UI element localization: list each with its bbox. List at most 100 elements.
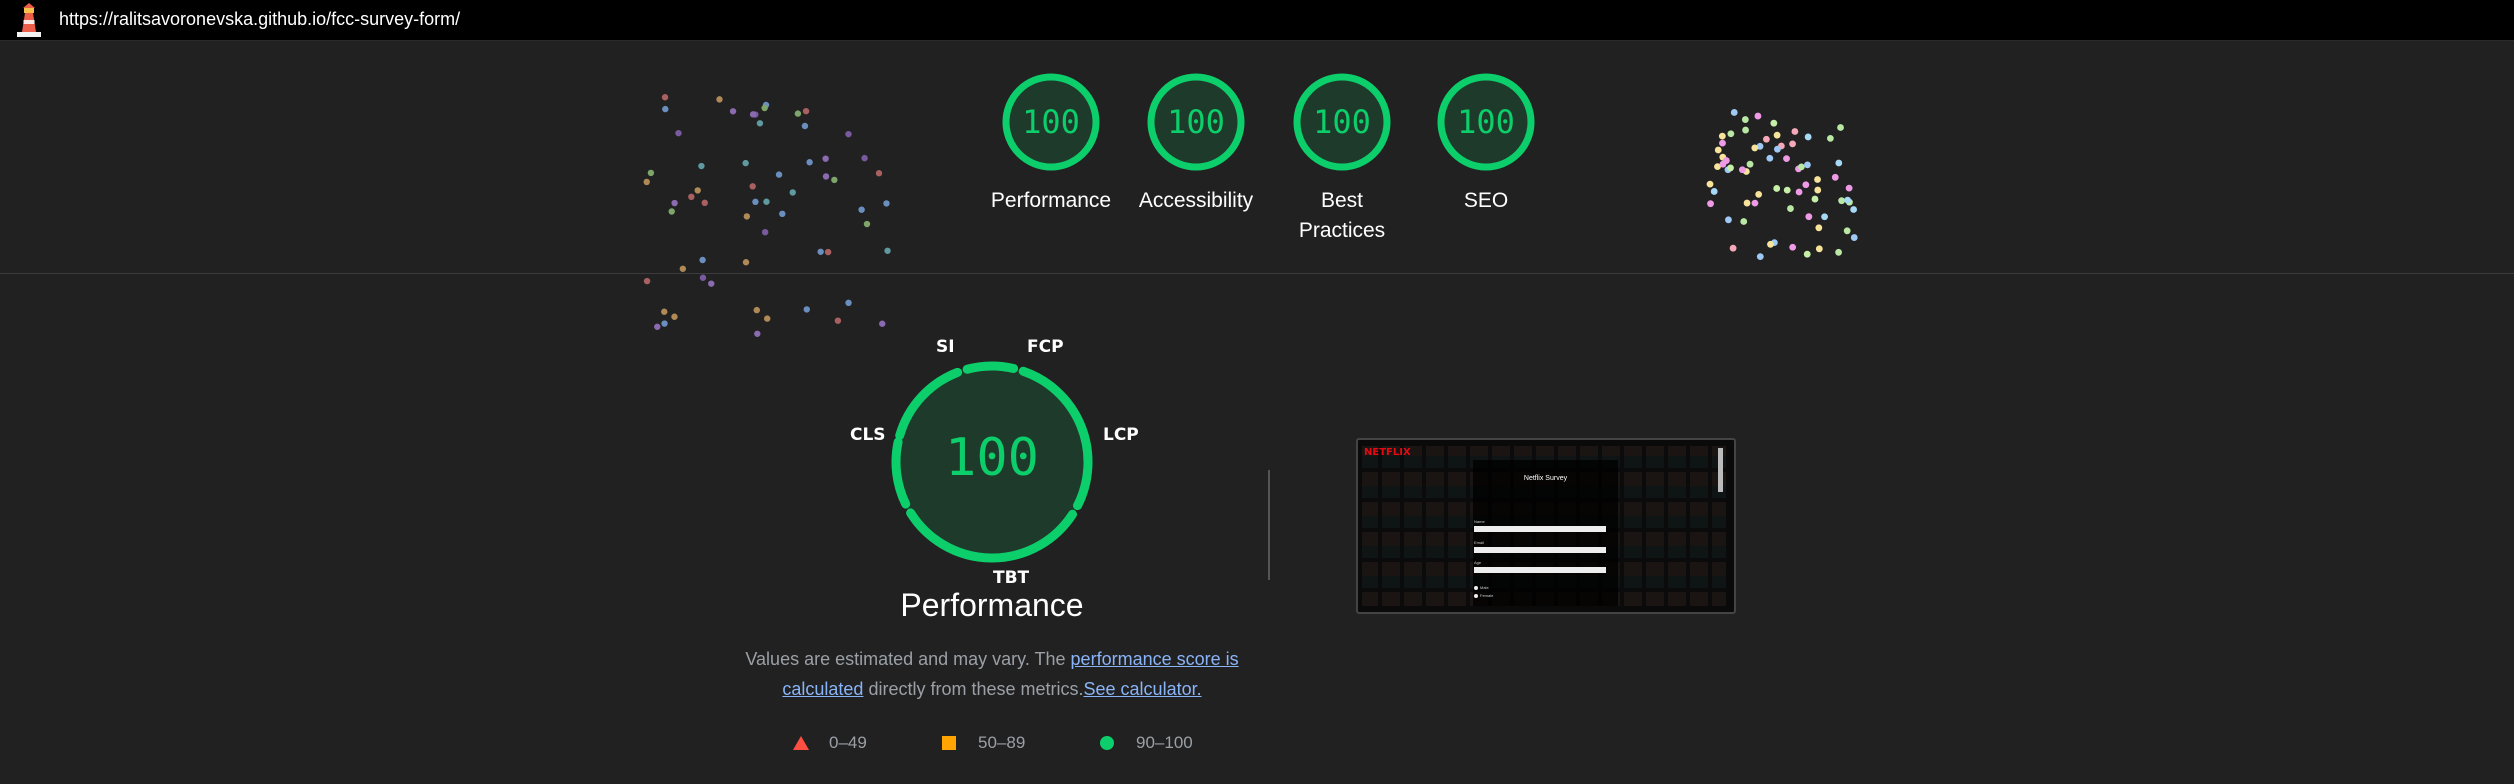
- performance-description: Values are estimated and may vary. The p…: [742, 644, 1242, 704]
- confetti-dot: [1751, 144, 1759, 152]
- confetti-dot: [1742, 126, 1749, 134]
- confetti-dot: [671, 199, 678, 207]
- confetti-dot: [761, 228, 769, 236]
- final-screenshot-thumbnail[interactable]: NETFLIX Netflix Survey Name Email Age Ma…: [1356, 438, 1736, 614]
- screenshot-brand: NETFLIX: [1364, 447, 1411, 458]
- performance-score: 100: [945, 428, 1039, 488]
- confetti-dot: [662, 105, 669, 113]
- confetti-dot: [698, 162, 705, 170]
- confetti-dot: [1838, 197, 1846, 205]
- confetti-dot: [1763, 135, 1770, 143]
- confetti-dot: [1743, 199, 1751, 207]
- confetti-dot: [1746, 160, 1754, 168]
- confetti-dot: [699, 274, 707, 281]
- confetti-dot: [1710, 188, 1718, 195]
- confetti-dot: [1837, 124, 1844, 131]
- see-calculator-link[interactable]: See calculator.: [1084, 679, 1202, 699]
- confetti-dot: [1815, 224, 1823, 232]
- confetti-dot: [779, 210, 786, 218]
- confetti-dot: [1789, 243, 1797, 251]
- legend-range: 50–89: [978, 733, 1026, 752]
- confetti-dot: [1789, 140, 1796, 148]
- confetti-dot: [1798, 163, 1805, 171]
- confetti-dot: [643, 178, 650, 186]
- confetti-dot: [1804, 161, 1811, 169]
- square-icon: [942, 736, 956, 750]
- screenshot-image: [1362, 446, 1726, 606]
- triangle-icon: [793, 736, 809, 750]
- confetti-dot: [875, 170, 883, 177]
- gauge-accessibility[interactable]: 100 Accessibility: [1111, 72, 1281, 216]
- gauge-label: Best Practices: [1298, 189, 1386, 242]
- gauge-score: 100: [1313, 103, 1371, 141]
- confetti-dot: [861, 154, 868, 162]
- metric-label-fcp[interactable]: FCP: [1027, 337, 1064, 357]
- confetti-dot: [729, 108, 737, 115]
- confetti-dot: [1805, 213, 1813, 221]
- confetti-dot: [749, 183, 756, 190]
- confetti-dot: [1718, 132, 1726, 140]
- gauge-label: Accessibility: [1138, 189, 1254, 212]
- confetti-dot: [708, 280, 715, 287]
- confetti-dot: [1755, 190, 1763, 198]
- confetti-dot: [1727, 130, 1735, 138]
- description-text: directly from these metrics.: [863, 679, 1084, 699]
- confetti-dot: [824, 248, 832, 256]
- confetti-dot: [1814, 186, 1822, 194]
- confetti-dot: [742, 259, 750, 266]
- confetti-dot: [1850, 206, 1858, 213]
- confetti-dot: [1835, 248, 1842, 256]
- confetti-dot: [661, 320, 668, 327]
- gauge-seo[interactable]: 100 SEO: [1401, 72, 1571, 216]
- metric-label-cls[interactable]: CLS: [850, 425, 886, 445]
- confetti-dot: [1741, 116, 1749, 123]
- confetti-dot: [775, 171, 783, 178]
- confetti-dot: [1773, 131, 1781, 139]
- confetti-dot: [699, 256, 706, 264]
- lighthouse-report: https://ralitsavoronevska.github.io/fcc-…: [0, 0, 2514, 784]
- metric-label-lcp[interactable]: LCP: [1103, 425, 1139, 445]
- confetti-dot: [1722, 157, 1730, 164]
- confetti-dot: [1767, 240, 1774, 248]
- gauge-score: 100: [1457, 103, 1515, 141]
- confetti-dot: [754, 330, 761, 337]
- confetti-dot: [883, 200, 890, 207]
- screenshot-field-label: Email: [1474, 540, 1485, 545]
- confetti-dot: [668, 208, 675, 215]
- section-divider: [0, 273, 2514, 274]
- confetti-dot: [1729, 244, 1737, 252]
- confetti-dot: [1714, 146, 1722, 154]
- confetti-dot: [694, 187, 701, 194]
- confetti-dot: [1791, 128, 1799, 135]
- screenshot-field-label: Name: [1474, 519, 1485, 524]
- confetti-dot: [884, 247, 891, 254]
- confetti-dot: [1730, 109, 1738, 116]
- confetti-dot: [1821, 213, 1828, 221]
- confetti-dot: [1811, 195, 1819, 203]
- confetti-dot: [1831, 173, 1839, 181]
- confetti-dot: [1725, 216, 1732, 224]
- confetti-dot: [1719, 139, 1726, 147]
- metric-label-si[interactable]: SI: [936, 337, 955, 357]
- confetti-dot: [794, 110, 802, 117]
- confetti-dot: [1738, 166, 1746, 174]
- screenshot-field-label: Age: [1474, 560, 1482, 565]
- confetti-dot: [1707, 200, 1714, 208]
- confetti-dot: [1706, 180, 1714, 188]
- confetti-dot: [845, 299, 852, 307]
- confetti-dot: [654, 323, 661, 330]
- confetti-dot: [822, 155, 829, 162]
- confetti-dot: [845, 130, 852, 138]
- confetti-dot: [817, 248, 824, 255]
- confetti-dot: [675, 129, 682, 137]
- confetti-dot: [1774, 145, 1781, 153]
- gauge-score: 100: [1022, 103, 1080, 141]
- confetti-dot: [679, 265, 687, 272]
- confetti-dot: [1754, 112, 1762, 120]
- confetti-dot: [647, 169, 655, 177]
- confetti-dot: [752, 198, 759, 206]
- performance-title: Performance: [900, 587, 1084, 623]
- confetti-dot: [1773, 185, 1781, 192]
- confetti-dot: [1770, 119, 1778, 127]
- legend-range: 0–49: [829, 733, 867, 752]
